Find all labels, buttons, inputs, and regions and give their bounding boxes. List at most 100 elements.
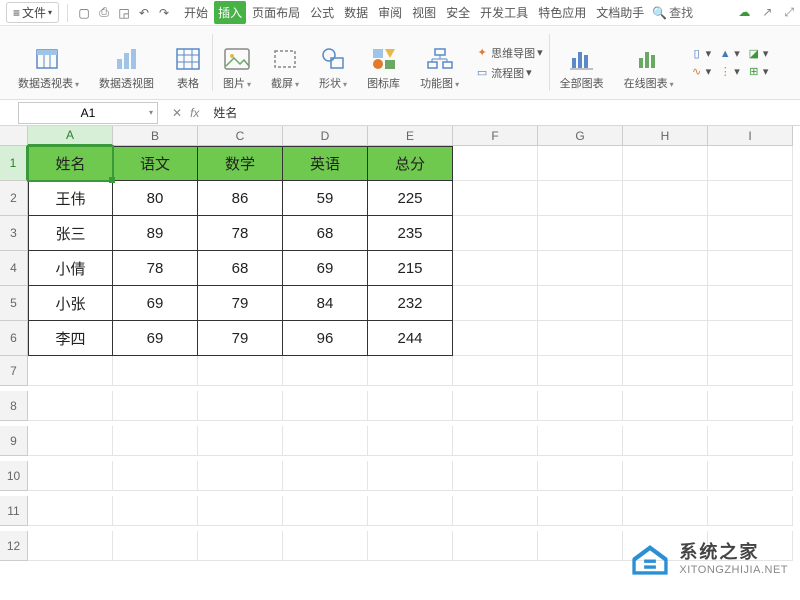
cell[interactable]: 69 xyxy=(113,321,198,356)
cell[interactable] xyxy=(198,426,283,456)
cell[interactable] xyxy=(538,216,623,251)
cell[interactable] xyxy=(453,251,538,286)
tab-4[interactable]: 数据 xyxy=(340,1,372,24)
cell[interactable] xyxy=(28,426,113,456)
cell[interactable] xyxy=(113,391,198,421)
cell[interactable] xyxy=(28,461,113,491)
cell[interactable] xyxy=(538,321,623,356)
cell[interactable]: 王伟 xyxy=(28,181,113,216)
cell[interactable] xyxy=(623,146,708,181)
cell[interactable] xyxy=(453,356,538,386)
cell[interactable]: 68 xyxy=(198,251,283,286)
cell[interactable] xyxy=(623,181,708,216)
tab-0[interactable]: 开始 xyxy=(180,1,212,24)
screenshot-button[interactable]: 截屏▾ xyxy=(261,30,309,95)
cell[interactable]: 235 xyxy=(368,216,453,251)
cell[interactable] xyxy=(113,531,198,561)
cell[interactable] xyxy=(623,251,708,286)
line-chart-icon[interactable]: ∿ xyxy=(690,65,704,79)
cell[interactable] xyxy=(708,391,793,421)
cell[interactable] xyxy=(368,426,453,456)
undo-icon[interactable]: ↶ xyxy=(136,5,152,21)
preview-icon[interactable]: ◲ xyxy=(116,5,132,21)
area-chart-icon[interactable]: ▲ xyxy=(718,47,732,61)
cell[interactable] xyxy=(283,461,368,491)
tab-2[interactable]: 页面布局 xyxy=(248,1,304,24)
cell[interactable] xyxy=(198,461,283,491)
cell[interactable] xyxy=(623,426,708,456)
cell[interactable]: 215 xyxy=(368,251,453,286)
cell[interactable] xyxy=(538,426,623,456)
cell[interactable] xyxy=(708,426,793,456)
column-header[interactable]: F xyxy=(453,126,538,146)
flowchart-button[interactable]: ▭流程图▾ xyxy=(475,65,543,81)
cell[interactable] xyxy=(538,181,623,216)
cell[interactable]: 244 xyxy=(368,321,453,356)
cell[interactable] xyxy=(538,251,623,286)
tab-8[interactable]: 开发工具 xyxy=(476,1,532,24)
tab-10[interactable]: 文档助手 xyxy=(592,1,648,24)
table-button[interactable]: 表格 xyxy=(164,30,212,95)
cell[interactable] xyxy=(538,461,623,491)
cell[interactable] xyxy=(623,321,708,356)
cell[interactable] xyxy=(708,286,793,321)
cell[interactable]: 96 xyxy=(283,321,368,356)
row-header[interactable]: 2 xyxy=(0,181,28,216)
cell[interactable] xyxy=(283,531,368,561)
cell[interactable] xyxy=(28,391,113,421)
scatter-chart-icon[interactable]: ⋮ xyxy=(718,65,732,79)
cell[interactable] xyxy=(708,146,793,181)
combo-chart-icon[interactable]: ◪ xyxy=(747,47,761,61)
cell[interactable] xyxy=(708,356,793,386)
cell[interactable]: 69 xyxy=(113,286,198,321)
cell[interactable] xyxy=(198,531,283,561)
cell[interactable] xyxy=(453,391,538,421)
row-header[interactable]: 5 xyxy=(0,286,28,321)
pivot-table-button[interactable]: 数据透视表▾ xyxy=(8,30,89,95)
column-header[interactable]: I xyxy=(708,126,793,146)
tab-1[interactable]: 插入 xyxy=(214,1,246,24)
cell[interactable] xyxy=(283,391,368,421)
row-header[interactable]: 3 xyxy=(0,216,28,251)
cell[interactable] xyxy=(453,216,538,251)
column-header[interactable]: E xyxy=(368,126,453,146)
cell[interactable] xyxy=(538,391,623,421)
cell[interactable] xyxy=(538,531,623,561)
cell[interactable] xyxy=(368,391,453,421)
smartart-button[interactable]: 功能图▾ xyxy=(410,30,469,95)
cell[interactable] xyxy=(708,181,793,216)
cell[interactable] xyxy=(538,286,623,321)
column-header[interactable]: G xyxy=(538,126,623,146)
cell[interactable] xyxy=(368,461,453,491)
cell[interactable] xyxy=(198,356,283,386)
picture-button[interactable]: 图片▾ xyxy=(213,30,261,95)
cell[interactable] xyxy=(113,496,198,526)
row-header[interactable]: 7 xyxy=(0,356,28,386)
tab-6[interactable]: 视图 xyxy=(408,1,440,24)
cell[interactable] xyxy=(198,391,283,421)
column-header[interactable]: C xyxy=(198,126,283,146)
print-icon[interactable]: ⎙ xyxy=(96,5,112,21)
save-icon[interactable]: ▢ xyxy=(76,5,92,21)
cell[interactable] xyxy=(453,531,538,561)
row-header[interactable]: 9 xyxy=(0,426,28,456)
cell[interactable]: 小张 xyxy=(28,286,113,321)
row-header[interactable]: 4 xyxy=(0,251,28,286)
cell[interactable] xyxy=(283,356,368,386)
cell[interactable] xyxy=(453,321,538,356)
column-header[interactable]: D xyxy=(283,126,368,146)
redo-icon[interactable]: ↷ xyxy=(156,5,172,21)
cell[interactable]: 59 xyxy=(283,181,368,216)
search-button[interactable]: 🔍 查找 xyxy=(652,4,693,21)
cloud-sync-icon[interactable]: ☁ xyxy=(738,5,750,20)
tab-7[interactable]: 安全 xyxy=(442,1,474,24)
cell[interactable] xyxy=(538,146,623,181)
cell[interactable] xyxy=(453,496,538,526)
cell[interactable] xyxy=(708,461,793,491)
cell[interactable] xyxy=(708,321,793,356)
cell[interactable]: 小倩 xyxy=(28,251,113,286)
cell[interactable] xyxy=(453,181,538,216)
shapes-button[interactable]: 形状▾ xyxy=(309,30,357,95)
cell[interactable]: 总分 xyxy=(368,146,453,181)
cell[interactable] xyxy=(623,216,708,251)
